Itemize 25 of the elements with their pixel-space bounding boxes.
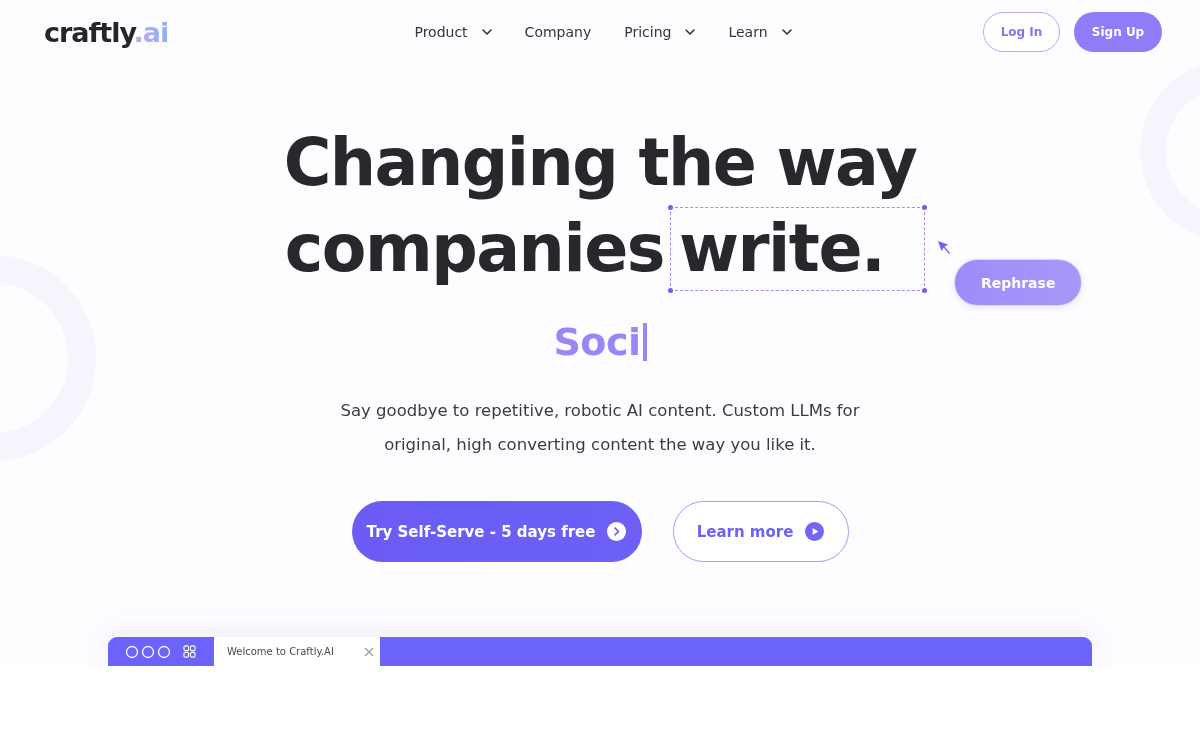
typing-text: Soci — [553, 320, 641, 364]
text-cursor-icon — [642, 323, 647, 361]
handle-icon — [922, 288, 928, 293]
nav-link[interactable]: Company — [524, 24, 592, 40]
logo[interactable]: craftly.ai — [44, 16, 169, 48]
handle-icon — [667, 205, 673, 210]
handle-icon — [922, 205, 928, 210]
cursor-pointer-icon — [937, 240, 953, 255]
browser-tab[interactable]: Welcome to Craftly.AI — [214, 637, 380, 666]
nav-link[interactable]: Product — [414, 24, 492, 40]
headline: Changing the way — [283, 124, 917, 202]
description: Say goodbye to repetitive, robotic AI content. Custom LLMs for original, high converting content the way you like it. — [339, 400, 861, 456]
tab-title: Welcome to Craftly.AI — [227, 646, 334, 657]
login-button[interactable]: Log In — [983, 12, 1060, 52]
window-dots-icon — [125, 644, 171, 659]
grid-icon[interactable] — [183, 645, 196, 658]
learn-more-button[interactable]: Learn more — [672, 501, 849, 562]
close-icon[interactable] — [364, 646, 374, 657]
play-circle-icon — [805, 522, 825, 541]
nav-link[interactable]: Pricing — [624, 24, 696, 40]
chevron-right-circle-icon — [607, 522, 627, 541]
handle-icon — [667, 288, 673, 293]
nav-link[interactable]: Learn — [728, 24, 792, 40]
trial-button[interactable]: Try Self-Serve - 5 days free — [351, 501, 642, 562]
headline: companies — [284, 210, 664, 288]
